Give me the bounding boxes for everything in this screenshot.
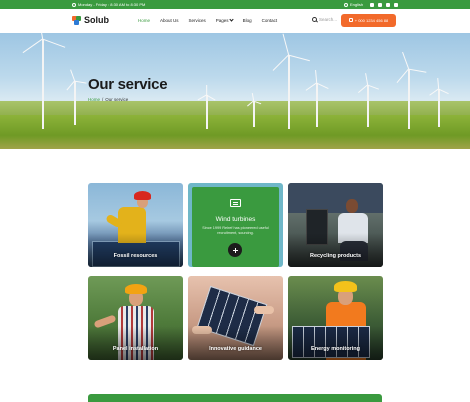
service-label: Innovative guidance [209, 346, 262, 352]
card-shade [288, 326, 383, 360]
search-icon [312, 17, 317, 22]
twitter-icon[interactable] [378, 2, 382, 7]
service-card-wind-turbines[interactable]: Wind turbines Since 1999 Reiref has pion… [188, 183, 283, 267]
call-button[interactable]: + 000 1234 456 88 [341, 13, 396, 27]
top-info-bar: Monday - Friday : 8:30 AM to 8:30 PM Eng… [0, 0, 470, 9]
nav-about-us[interactable]: About Us [160, 18, 179, 23]
service-label: Panel installation [112, 346, 159, 352]
hero-banner: Our service Home / Our service [0, 33, 470, 149]
logo-mark-icon [72, 15, 81, 25]
service-card-fossil-resources[interactable]: Fossil resources [88, 183, 183, 267]
card-shade [288, 233, 383, 267]
search-placeholder: Search... [319, 17, 338, 22]
social-links [370, 2, 398, 7]
nav-blog[interactable]: Blog [243, 18, 252, 23]
featured-service-overlay: Wind turbines Since 1999 Reiref has pion… [192, 187, 279, 267]
service-card-innovative-guidance[interactable]: Innovative guidance [188, 276, 283, 360]
nav-home[interactable]: Home [138, 18, 150, 23]
service-card-energy-monitoring[interactable]: Energy monitoring [288, 276, 383, 360]
working-hours: Monday - Friday : 8:30 AM to 8:30 PM [72, 2, 145, 7]
instagram-icon[interactable] [394, 2, 398, 7]
language-label: English [350, 2, 364, 7]
call-button-label: + 000 1234 456 88 [354, 17, 389, 23]
linkedin-icon[interactable] [386, 2, 390, 7]
nav-services[interactable]: Services [189, 18, 206, 23]
search-box[interactable]: Search... [312, 17, 337, 22]
logo[interactable]: Solub [72, 15, 109, 25]
service-label: Wind turbines [215, 216, 256, 223]
page-title: Our service [88, 76, 168, 93]
facebook-icon[interactable] [370, 2, 374, 7]
card-shade [188, 326, 283, 360]
chevron-down-icon [228, 17, 234, 22]
service-label: Fossil resources [113, 253, 158, 259]
working-hours-text: Monday - Friday : 8:30 AM to 8:30 PM [78, 2, 146, 7]
card-shade [88, 233, 183, 267]
breadcrumb-separator: / [102, 97, 104, 102]
site-header: Solub Home About Us Services Pages Blog … [0, 9, 470, 33]
main-nav: Home About Us Services Pages Blog Contac… [138, 17, 278, 23]
service-card-panel-installation[interactable]: Panel installation [88, 276, 183, 360]
breadcrumb-home[interactable]: Home [88, 97, 100, 102]
logo-text: Solub [84, 15, 109, 25]
clock-icon [72, 2, 76, 7]
breadcrumb-current: Our service [105, 97, 129, 102]
plus-button-icon[interactable] [228, 243, 242, 257]
service-card-recycling-products[interactable]: Recycling products [288, 183, 383, 267]
hero-field [0, 115, 470, 149]
card-shade [88, 326, 183, 360]
nav-pages-label: Pages [215, 18, 229, 23]
service-label: Recycling products [309, 253, 362, 259]
globe-icon [344, 2, 348, 7]
nav-contact[interactable]: Contact [262, 18, 278, 23]
phone-icon [348, 18, 353, 22]
cta-banner-top [88, 394, 382, 402]
service-description: Since 1999 Reiref has pioneered useful r… [202, 226, 269, 235]
solar-panel-icon [230, 199, 241, 207]
language-selector[interactable]: English [344, 2, 363, 7]
nav-pages[interactable]: Pages [215, 17, 234, 23]
service-label: Energy monitoring [311, 346, 360, 352]
breadcrumb: Home / Our service [88, 97, 128, 102]
